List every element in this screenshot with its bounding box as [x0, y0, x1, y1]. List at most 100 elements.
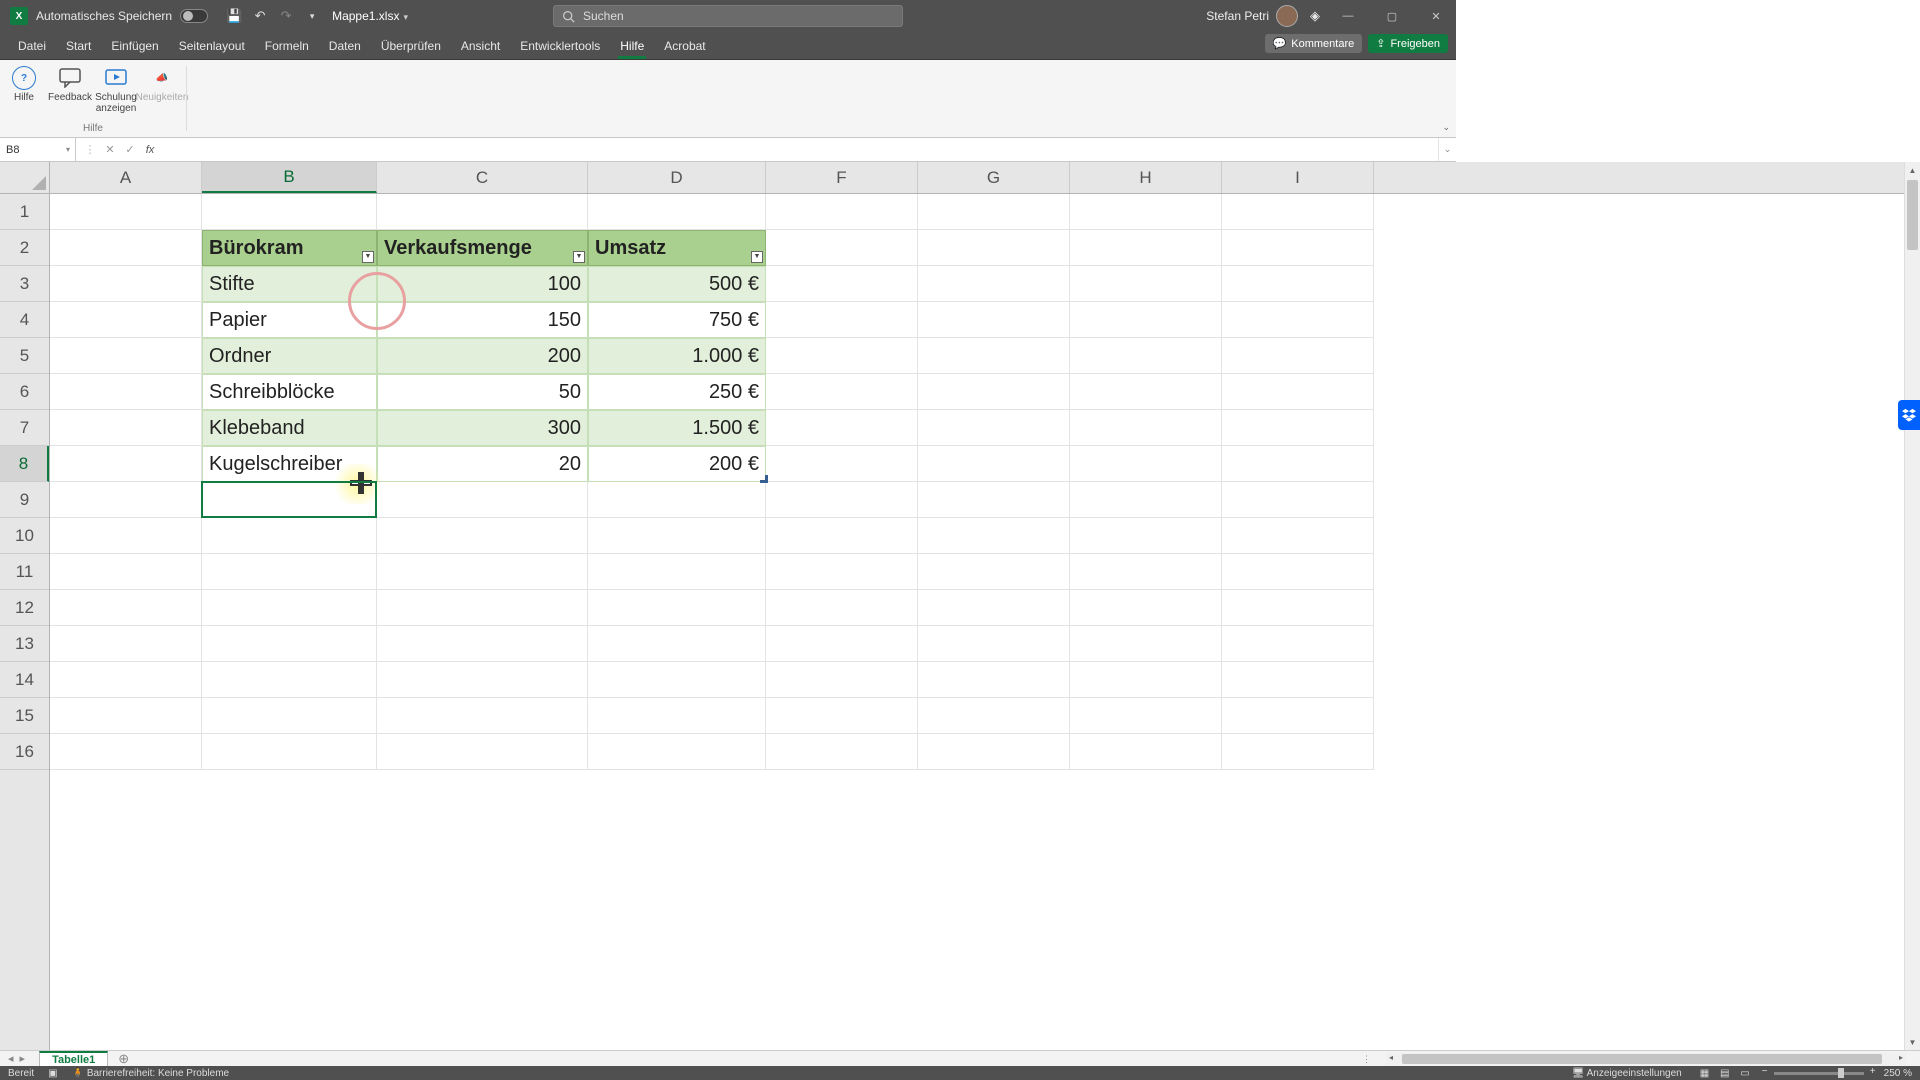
ribbon-collapse-button[interactable]: ⌄ [1442, 122, 1450, 133]
cell[interactable]: Ordner [202, 338, 377, 374]
cell[interactable] [202, 194, 377, 230]
column-header-D[interactable]: D [588, 162, 766, 193]
cell[interactable] [1070, 626, 1222, 662]
cell[interactable]: Klebeband [202, 410, 377, 446]
cell[interactable] [1070, 518, 1222, 554]
row-header-2[interactable]: 2 [0, 230, 49, 266]
cell[interactable]: 100 [377, 266, 588, 302]
cell[interactable] [918, 410, 1070, 446]
cell[interactable] [588, 734, 766, 770]
cell[interactable] [202, 734, 377, 770]
feedback-button[interactable]: Feedback [48, 64, 92, 116]
row-header-13[interactable]: 13 [0, 626, 49, 662]
cell[interactable]: 1.500 € [588, 410, 766, 446]
column-header-C[interactable]: C [377, 162, 588, 193]
spreadsheet-grid[interactable]: ABCDFGHI 12345678910111213141516 Bürokra… [0, 162, 1920, 1050]
autosave-toggle[interactable]: Automatisches Speichern [36, 9, 208, 23]
cell[interactable]: 150 [377, 302, 588, 338]
column-header-H[interactable]: H [1070, 162, 1222, 193]
row-header-4[interactable]: 4 [0, 302, 49, 338]
cell[interactable] [588, 482, 766, 518]
cell[interactable]: Verkaufsmenge▼ [377, 230, 588, 266]
cell[interactable] [50, 626, 202, 662]
confirm-formula-icon[interactable]: ✓ [122, 143, 138, 156]
cell[interactable]: 1.000 € [588, 338, 766, 374]
cell[interactable] [918, 266, 1070, 302]
cell[interactable] [918, 194, 1070, 230]
maximize-button[interactable]: ▢ [1376, 0, 1408, 32]
name-box[interactable]: B8 [0, 138, 76, 161]
cell[interactable] [1070, 374, 1222, 410]
cell[interactable] [766, 482, 918, 518]
row-header-3[interactable]: 3 [0, 266, 49, 302]
cell[interactable]: 20 [377, 446, 588, 482]
cell[interactable]: 200 € [588, 446, 766, 482]
cell[interactable] [918, 446, 1070, 482]
cell[interactable] [766, 662, 918, 698]
row-header-10[interactable]: 10 [0, 518, 49, 554]
cell[interactable] [588, 590, 766, 626]
save-icon[interactable]: 💾 [226, 8, 242, 24]
cell[interactable] [918, 230, 1070, 266]
cell[interactable] [1222, 482, 1374, 518]
view-switcher[interactable]: ▦ ▤ ▭ [1696, 1068, 1754, 1079]
cell[interactable] [202, 482, 377, 518]
cell[interactable] [202, 662, 377, 698]
row-header-6[interactable]: 6 [0, 374, 49, 410]
cell[interactable] [50, 518, 202, 554]
cell[interactable] [1222, 230, 1374, 266]
cell[interactable]: Umsatz▼ [588, 230, 766, 266]
cell[interactable] [588, 518, 766, 554]
cell[interactable] [1070, 302, 1222, 338]
cell[interactable] [766, 590, 918, 626]
cell[interactable] [377, 698, 588, 734]
normal-view-icon[interactable]: ▦ [1696, 1068, 1713, 1079]
cell[interactable] [766, 266, 918, 302]
cell[interactable] [1222, 410, 1374, 446]
tab-formeln[interactable]: Formeln [255, 34, 319, 59]
column-header-G[interactable]: G [918, 162, 1070, 193]
tab-seitenlayout[interactable]: Seitenlayout [169, 34, 255, 59]
minimize-button[interactable]: — [1332, 0, 1364, 32]
formula-input[interactable] [164, 138, 1438, 161]
cell[interactable] [766, 734, 918, 770]
cell[interactable] [202, 698, 377, 734]
accessibility-status[interactable]: 🧍 Barrierefreiheit: Keine Probleme [72, 1068, 230, 1079]
row-header-1[interactable]: 1 [0, 194, 49, 230]
cell[interactable] [50, 266, 202, 302]
cell[interactable] [918, 482, 1070, 518]
row-header-9[interactable]: 9 [0, 482, 49, 518]
cell[interactable] [1222, 338, 1374, 374]
filter-dropdown-icon[interactable]: ▼ [362, 251, 374, 263]
cell[interactable] [1222, 302, 1374, 338]
cell[interactable] [50, 482, 202, 518]
row-header-15[interactable]: 15 [0, 698, 49, 734]
cell[interactable] [1222, 554, 1374, 590]
cell[interactable] [918, 554, 1070, 590]
tab-entwicklertools[interactable]: Entwicklertools [510, 34, 610, 59]
row-header-16[interactable]: 16 [0, 734, 49, 770]
cell[interactable] [766, 626, 918, 662]
training-button[interactable]: Schulung anzeigen [94, 64, 138, 116]
cell[interactable] [1222, 698, 1374, 734]
cell[interactable] [1070, 482, 1222, 518]
cell[interactable] [918, 626, 1070, 662]
cell[interactable] [918, 734, 1070, 770]
cell[interactable] [50, 734, 202, 770]
cell[interactable] [202, 518, 377, 554]
cell[interactable]: Kugelschreiber [202, 446, 377, 482]
cell[interactable] [50, 302, 202, 338]
cell[interactable] [766, 446, 918, 482]
filter-dropdown-icon[interactable]: ▼ [751, 251, 763, 263]
cell[interactable] [1070, 590, 1222, 626]
cell[interactable] [50, 374, 202, 410]
cell[interactable]: Stifte [202, 266, 377, 302]
scroll-thumb[interactable] [1907, 180, 1918, 250]
cells-area[interactable]: Bürokram▼Verkaufsmenge▼Umsatz▼Stifte1005… [50, 194, 1920, 1050]
cell[interactable]: Bürokram▼ [202, 230, 377, 266]
tab-start[interactable]: Start [56, 34, 101, 59]
cell[interactable] [1222, 734, 1374, 770]
tab-daten[interactable]: Daten [319, 34, 371, 59]
horizontal-scrollbar[interactable]: ◂ ▸ [1386, 1053, 1906, 1065]
cell[interactable] [50, 230, 202, 266]
